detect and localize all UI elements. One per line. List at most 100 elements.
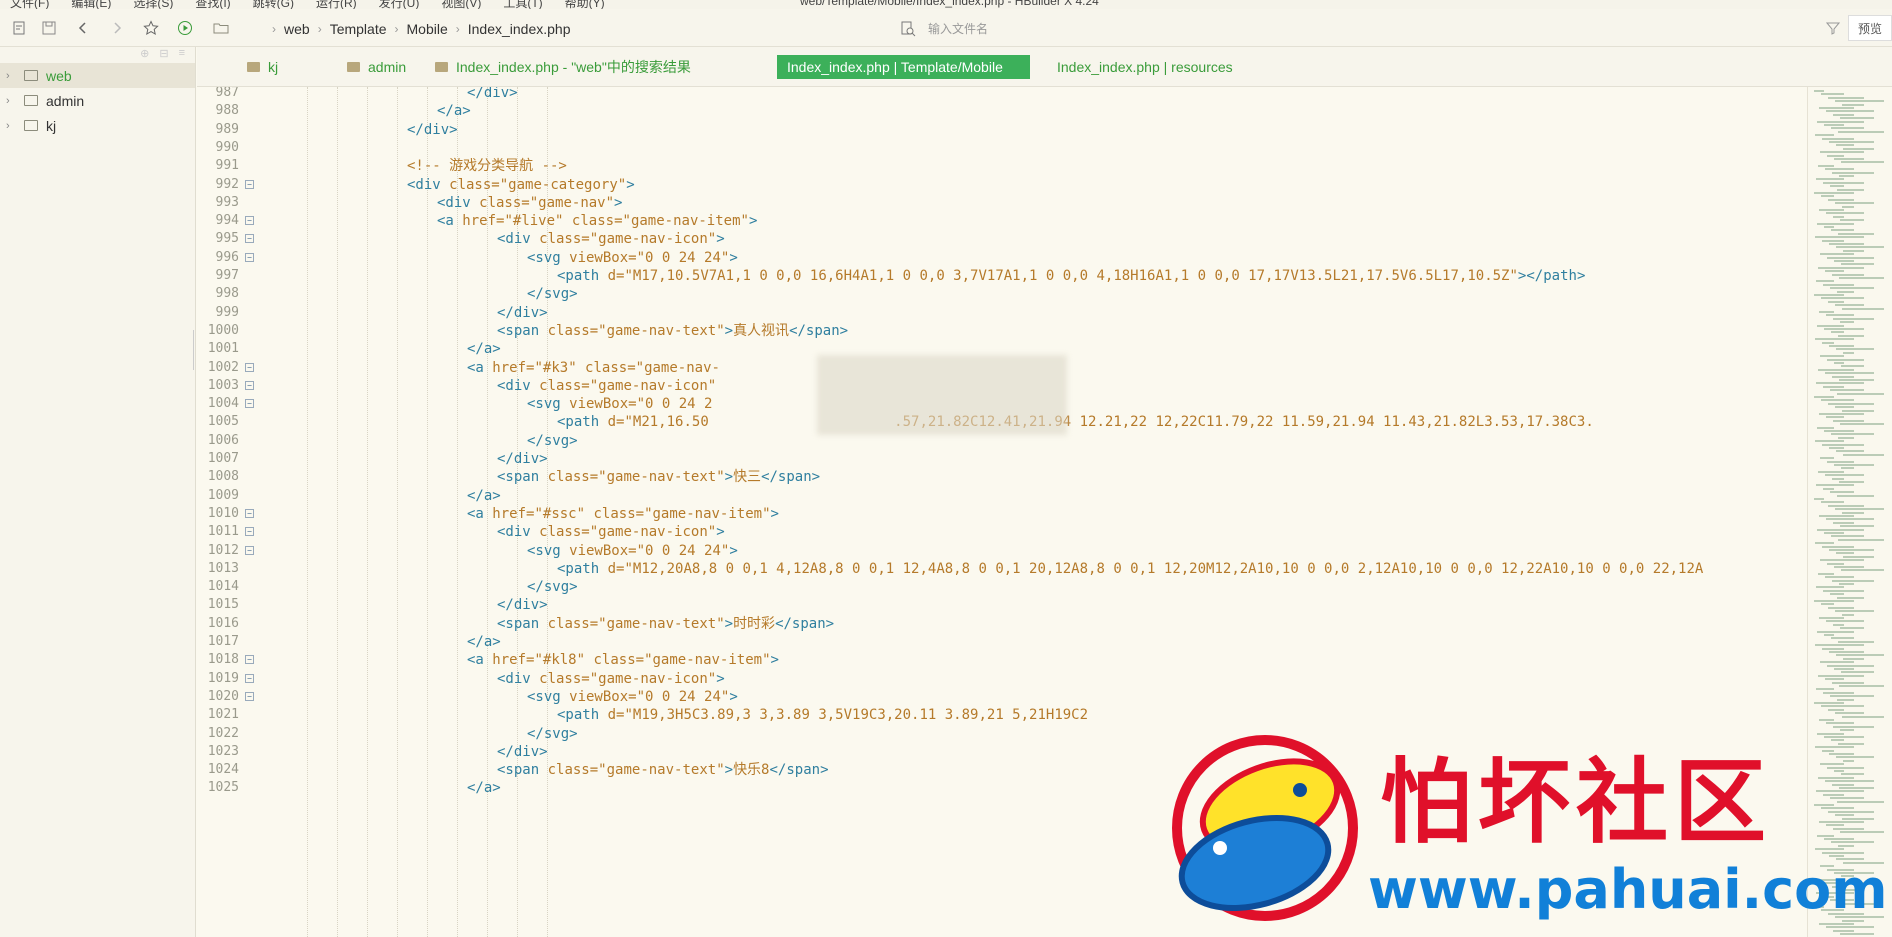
fish-logo-icon xyxy=(1172,735,1358,921)
minimap-line xyxy=(1815,644,1864,647)
minimap-line xyxy=(1818,572,1834,575)
new-file-icon[interactable] xyxy=(8,17,30,39)
fold-toggle-icon[interactable]: − xyxy=(245,362,254,372)
minimap-line xyxy=(1833,419,1864,422)
fold-toggle-icon[interactable]: − xyxy=(245,399,254,409)
minimap-line xyxy=(1819,209,1844,211)
minimap-line xyxy=(1824,532,1844,534)
menu-item[interactable]: 跳转(G) xyxy=(253,0,294,9)
folder-icon xyxy=(210,17,232,39)
file-search-input[interactable]: 输入文件名 xyxy=(892,17,1842,41)
menu-item[interactable]: 帮助(Y) xyxy=(565,0,605,9)
fold-toggle-icon[interactable]: − xyxy=(245,691,254,701)
minimap-line xyxy=(1834,668,1854,670)
tree-item-kj[interactable]: › kj xyxy=(0,113,195,138)
tab-1[interactable]: admin xyxy=(337,55,416,79)
minimap-line xyxy=(1818,164,1834,167)
minimap-line xyxy=(1823,487,1834,490)
minimap-line xyxy=(1823,691,1854,694)
minimap-line xyxy=(1841,467,1854,470)
chevron-right-icon[interactable]: › xyxy=(6,120,20,132)
minimap-line xyxy=(1836,654,1884,657)
minimap-line xyxy=(1838,436,1854,439)
star-icon[interactable] xyxy=(140,17,162,39)
save-icon[interactable] xyxy=(38,17,60,39)
minimap-line xyxy=(1834,260,1854,262)
minimap-line xyxy=(1824,634,1834,636)
tab-3[interactable]: Index_index.php | Template/Mobile xyxy=(777,55,1030,79)
minimap-line xyxy=(1827,562,1844,565)
minimap-line xyxy=(1837,290,1854,293)
minimap-line xyxy=(1827,664,1874,667)
collapse-icon[interactable]: ⊟ xyxy=(159,47,168,63)
minimap-line xyxy=(1831,331,1844,334)
minimap-line xyxy=(1840,219,1864,222)
menu-item[interactable]: 选择(S) xyxy=(133,0,173,9)
breadcrumb-item[interactable]: Mobile xyxy=(407,21,448,37)
menu-item[interactable]: 文件(F) xyxy=(10,0,49,9)
minimap-line xyxy=(1833,623,1844,626)
fold-toggle-icon[interactable]: − xyxy=(245,508,254,518)
fold-toggle-icon[interactable]: − xyxy=(245,380,254,390)
minimap-line xyxy=(1841,365,1864,368)
menu-item[interactable]: 查找(I) xyxy=(195,0,230,9)
minimap-line xyxy=(1832,171,1874,174)
watermark-url: www.pahuai.com xyxy=(1368,858,1888,921)
menu-icon[interactable]: ≡ xyxy=(179,47,185,63)
minimap-line xyxy=(1835,610,1874,613)
minimap-line xyxy=(1827,358,1864,361)
minimap-line xyxy=(1831,127,1864,130)
back-icon[interactable] xyxy=(72,17,94,39)
filter-icon[interactable] xyxy=(1826,21,1840,35)
minimap-line xyxy=(1815,338,1854,341)
breadcrumb-item[interactable]: Index_index.php xyxy=(468,21,571,37)
menu-item[interactable]: 编辑(E) xyxy=(71,0,111,9)
breadcrumb-item[interactable]: web xyxy=(284,21,310,37)
tree-item-admin[interactable]: › admin xyxy=(0,88,195,113)
preview-button[interactable]: 预览 xyxy=(1848,15,1892,41)
tab-2[interactable]: Index_index.php - "web"中的搜索结果 xyxy=(425,55,701,79)
minimap-line xyxy=(1834,566,1864,568)
tab-4[interactable]: Index_index.php | resources xyxy=(1047,55,1243,79)
tree-item-web[interactable]: › web xyxy=(0,63,195,88)
fold-toggle-icon[interactable]: − xyxy=(245,252,254,262)
fold-toggle-icon[interactable]: − xyxy=(245,216,254,226)
menu-item[interactable]: 视图(V) xyxy=(441,0,481,9)
fold-toggle-icon[interactable]: − xyxy=(245,179,254,189)
add-icon[interactable]: ⊕ xyxy=(140,47,149,63)
minimap-line xyxy=(1833,317,1874,320)
minimap-line xyxy=(1830,593,1844,596)
minimap-line xyxy=(1835,406,1854,409)
minimap-line xyxy=(1819,719,1834,721)
minimap-line xyxy=(1821,705,1864,708)
fold-toggle-icon[interactable]: − xyxy=(245,527,254,537)
menu-item[interactable]: 工具(T) xyxy=(503,0,542,9)
minimap-line xyxy=(1828,708,1844,711)
minimap-line xyxy=(1831,229,1854,232)
tab-0[interactable]: kj xyxy=(237,55,288,79)
run-icon[interactable] xyxy=(174,17,196,39)
fold-toggle-icon[interactable]: − xyxy=(245,234,254,244)
chevron-right-icon[interactable]: › xyxy=(6,70,20,82)
menu-bar: 文件(F) 编辑(E) 选择(S) 查找(I) 跳转(G) 运行(R) 发行(U) 视图(V)… xyxy=(0,0,1892,9)
minimap-line xyxy=(1817,630,1854,633)
fold-toggle-icon[interactable]: − xyxy=(245,673,254,683)
breadcrumb-item[interactable]: Template xyxy=(330,21,387,37)
minimap-line xyxy=(1816,178,1844,181)
menu-item[interactable]: 运行(R) xyxy=(316,0,357,9)
blurred-region xyxy=(817,355,1067,435)
fold-toggle-icon[interactable]: − xyxy=(245,545,254,555)
minimap-line xyxy=(1828,606,1854,609)
minimap-line xyxy=(1816,586,1844,589)
forward-icon[interactable] xyxy=(106,17,128,39)
menu-item[interactable]: 发行(U) xyxy=(379,0,420,9)
minimap-line xyxy=(1817,222,1854,225)
minimap-line xyxy=(1819,107,1854,109)
minimap-line xyxy=(1839,277,1884,279)
minimap-line xyxy=(1842,409,1874,412)
menu-items[interactable]: 文件(F) 编辑(E) 选择(S) 查找(I) 跳转(G) 运行(R) 发行(U) 视图(V)… xyxy=(10,0,605,9)
minimap-line xyxy=(1832,579,1874,582)
minimap-line xyxy=(1836,246,1884,249)
fold-toggle-icon[interactable]: − xyxy=(245,655,254,665)
chevron-right-icon[interactable]: › xyxy=(6,95,20,107)
